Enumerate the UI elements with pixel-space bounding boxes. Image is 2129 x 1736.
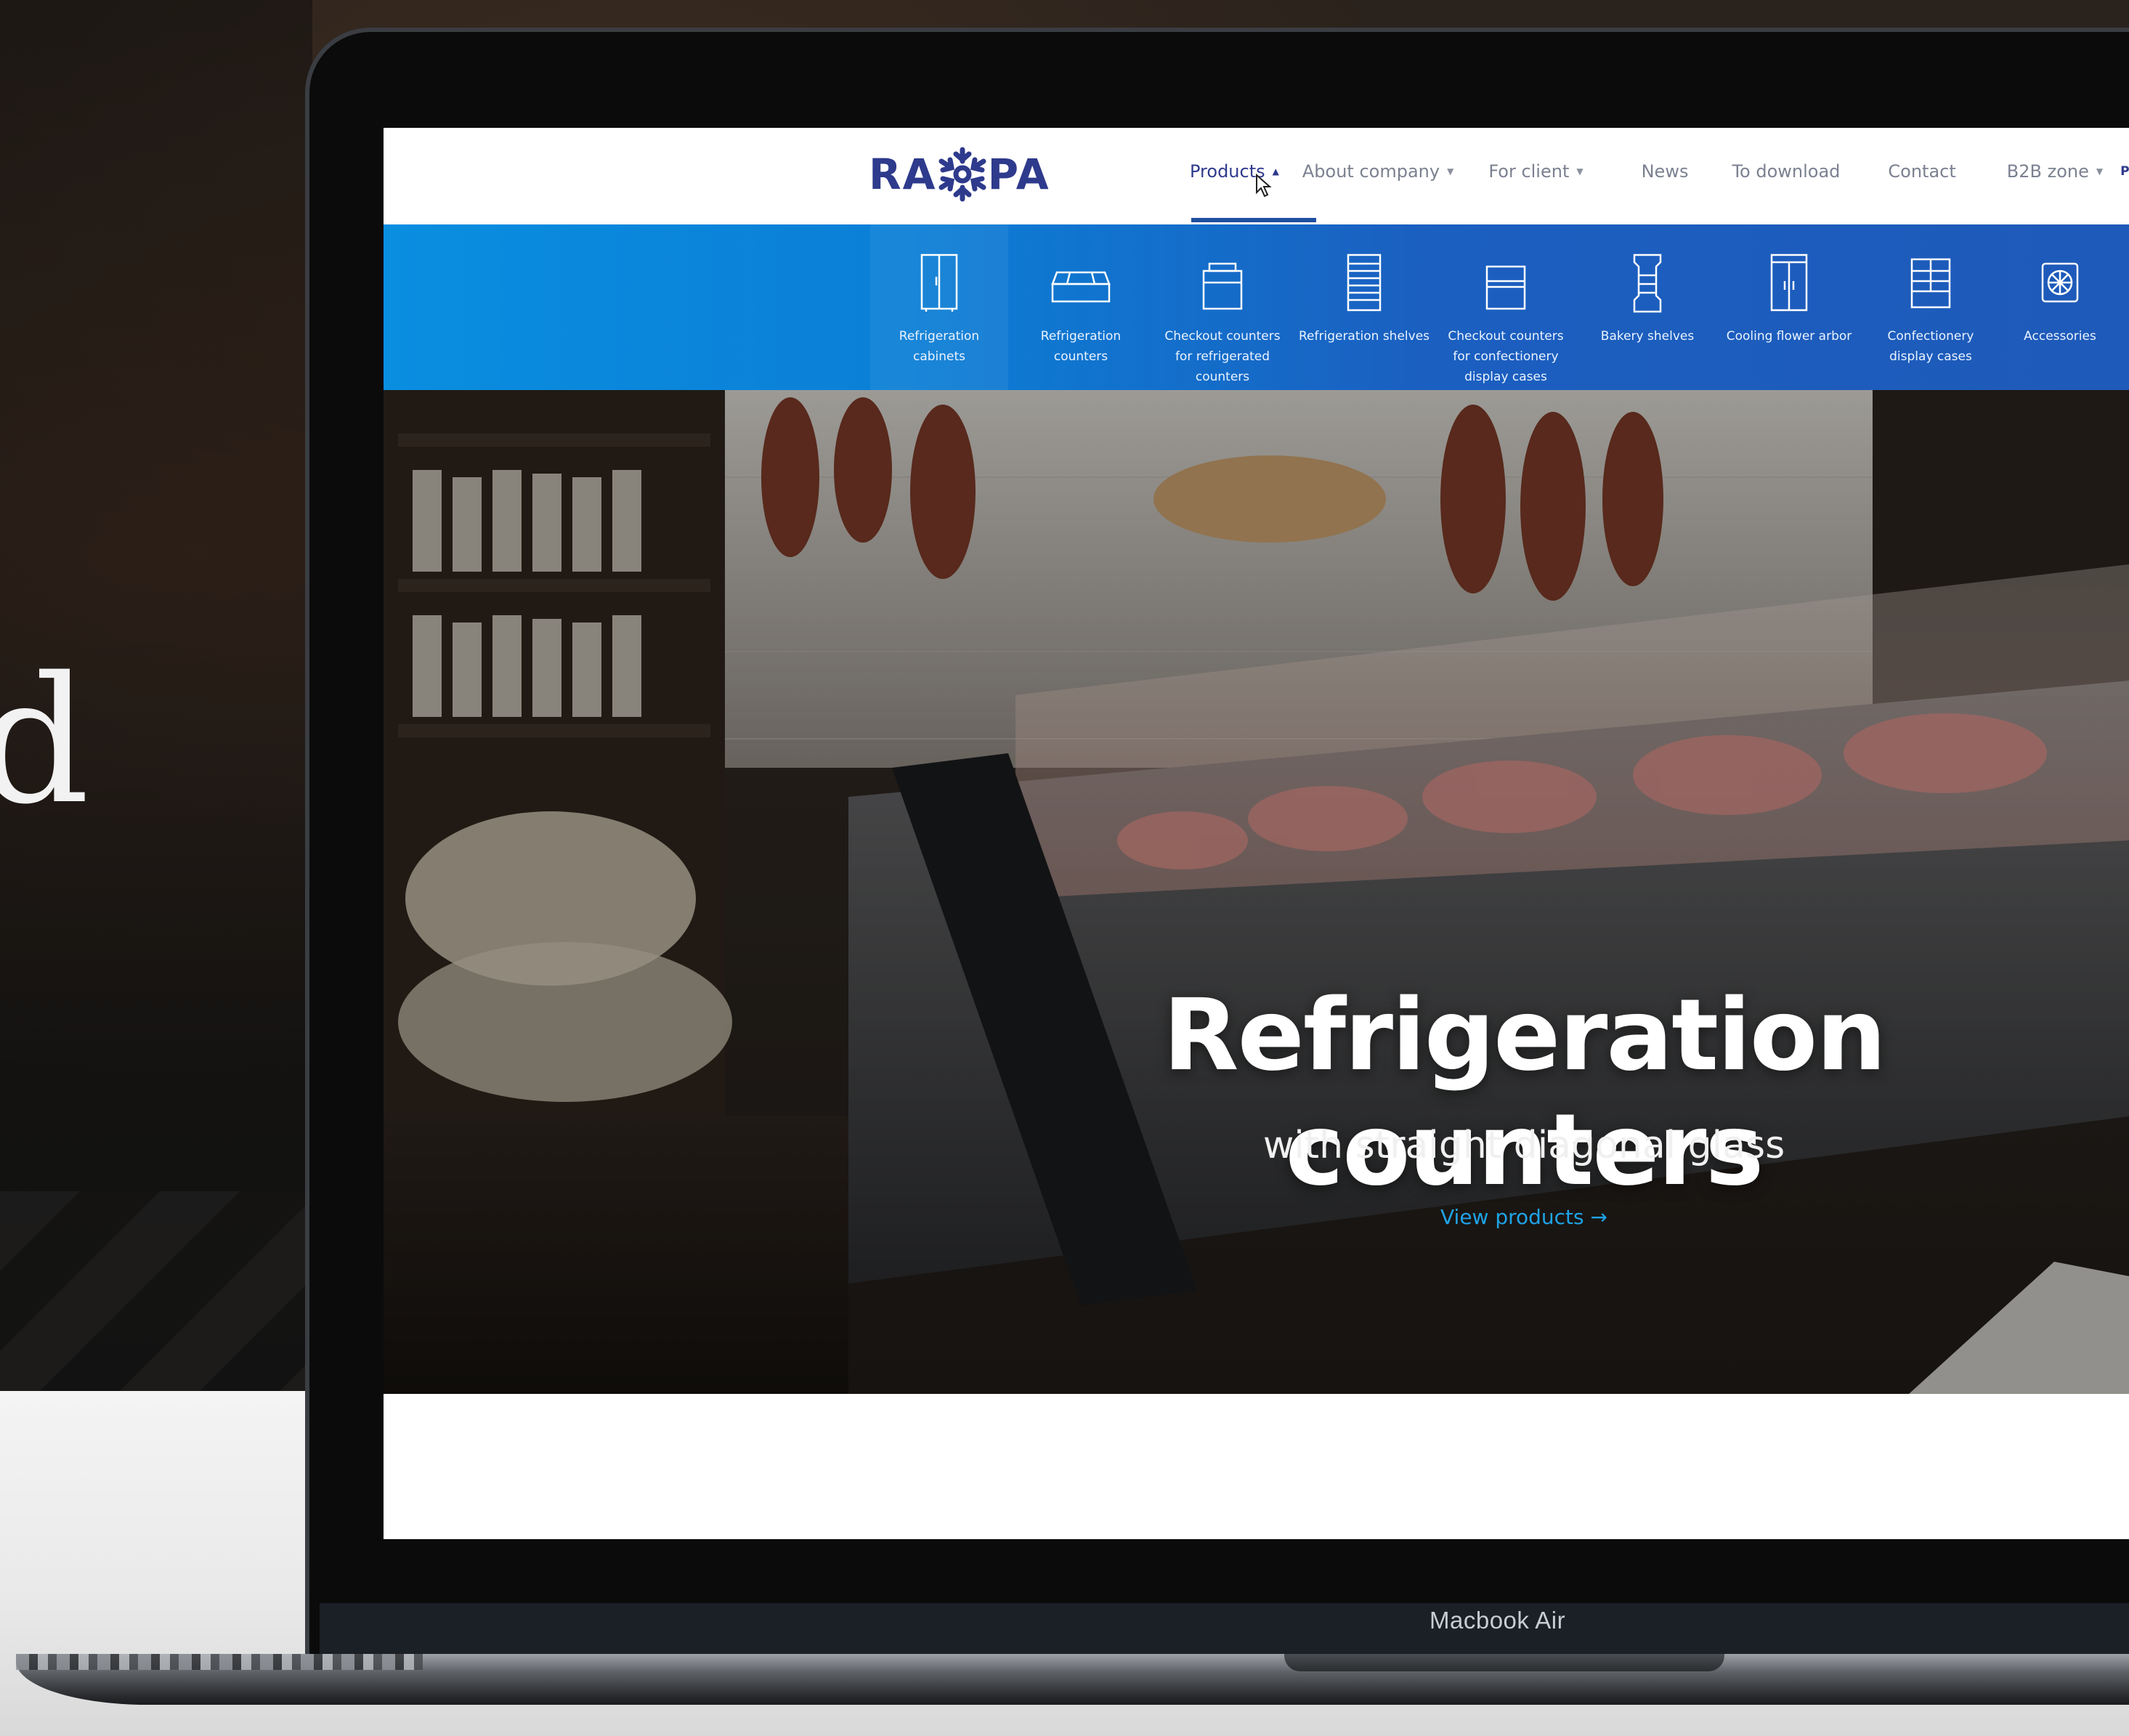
caret-down-icon: ▼ (1447, 166, 1454, 177)
nav-news[interactable]: News (1642, 161, 1689, 182)
products-mega-menu: Refrigeration cabinets Refrigeration cou… (384, 224, 2129, 390)
category-label: Confectionery display cases (1887, 329, 1974, 364)
laptop-hinge-notch (1284, 1654, 1724, 1671)
snowflake-logo-icon (938, 145, 986, 203)
laptop-screen: RA PA Products ▲ About company ▼ For cli… (384, 128, 2129, 1539)
nav-contact[interactable]: Contact (1888, 161, 1955, 182)
main-nav: Products ▲ About company ▼ For client ▼ … (1190, 161, 2129, 182)
nav-to-download[interactable]: To download (1732, 161, 1840, 182)
caret-up-icon: ▲ (1272, 166, 1279, 177)
logo-text-right: PA (987, 150, 1050, 199)
caret-down-icon: ▼ (2096, 166, 2104, 177)
refrigeration-cabinet-icon (870, 252, 1008, 313)
language-switch[interactable]: PL (2120, 164, 2129, 179)
confectionery-display-icon (1862, 252, 2000, 313)
nav-b2b-zone[interactable]: B2B zone ▼ (2007, 161, 2103, 182)
category-accessories[interactable]: Accessories (1991, 224, 2129, 390)
hero-banner: Refrigeration counters with straight dia… (384, 390, 2129, 1394)
flower-arbor-icon (1720, 252, 1858, 313)
category-checkout-counters-refrigerated[interactable]: Checkout counters for refrigerated count… (1153, 224, 1291, 390)
hero-background-photo (384, 390, 2129, 1394)
category-label: Checkout counters for confectionery disp… (1448, 329, 1564, 384)
page-content-area (384, 1394, 2129, 1539)
background-partial-text: d (0, 639, 90, 843)
category-cooling-flower-arbor[interactable]: Cooling flower arbor (1720, 224, 1858, 390)
logo-text-left: RA (869, 150, 937, 199)
category-label: Refrigeration shelves (1298, 329, 1430, 344)
category-label: Cooling flower arbor (1726, 329, 1852, 344)
category-refrigeration-cabinets[interactable]: Refrigeration cabinets (870, 224, 1008, 390)
hero-title: Refrigeration counters (1162, 978, 1886, 1208)
category-refrigeration-counters[interactable]: Refrigeration counters (1012, 224, 1150, 390)
laptop-chin (320, 1603, 2129, 1655)
nav-for-client[interactable]: For client ▼ (1488, 161, 1583, 182)
device-label: Macbook Air (1430, 1607, 1566, 1634)
checkout-counter-icon (1153, 252, 1291, 313)
category-confectionery-display-cases[interactable]: Confectionery display cases (1862, 224, 2000, 390)
category-label: Bakery shelves (1600, 329, 1695, 344)
site-header: RA PA Products ▲ About company ▼ For cli… (384, 128, 2129, 224)
accessories-icon (1991, 252, 2129, 313)
category-label: Refrigeration counters (1040, 329, 1122, 364)
category-bakery-shelves[interactable]: Bakery shelves (1578, 224, 1716, 390)
hero-subtitle: with straight diagonal glass (1262, 1124, 1785, 1167)
refrigeration-shelves-icon (1295, 252, 1433, 313)
view-products-link[interactable]: View products → (1379, 1205, 1669, 1229)
nav-about-company[interactable]: About company ▼ (1302, 161, 1453, 182)
category-label: Refrigeration cabinets (899, 329, 980, 364)
mouse-cursor-icon (1256, 174, 1272, 198)
category-refrigeration-shelves[interactable]: Refrigeration shelves (1295, 224, 1433, 390)
site-logo[interactable]: RA PA (869, 145, 1050, 203)
caret-down-icon: ▼ (1576, 166, 1583, 177)
laptop-base-reflection (16, 1654, 423, 1670)
category-label: Checkout counters for refrigerated count… (1164, 329, 1281, 384)
active-nav-indicator (1191, 218, 1316, 222)
category-label: Accessories (2024, 329, 2096, 344)
refrigeration-counter-icon (1012, 252, 1150, 313)
bakery-shelves-icon (1578, 252, 1716, 313)
category-checkout-counters-confectionery[interactable]: Checkout counters for confectionery disp… (1437, 224, 1575, 390)
confectionery-checkout-icon (1437, 252, 1575, 313)
